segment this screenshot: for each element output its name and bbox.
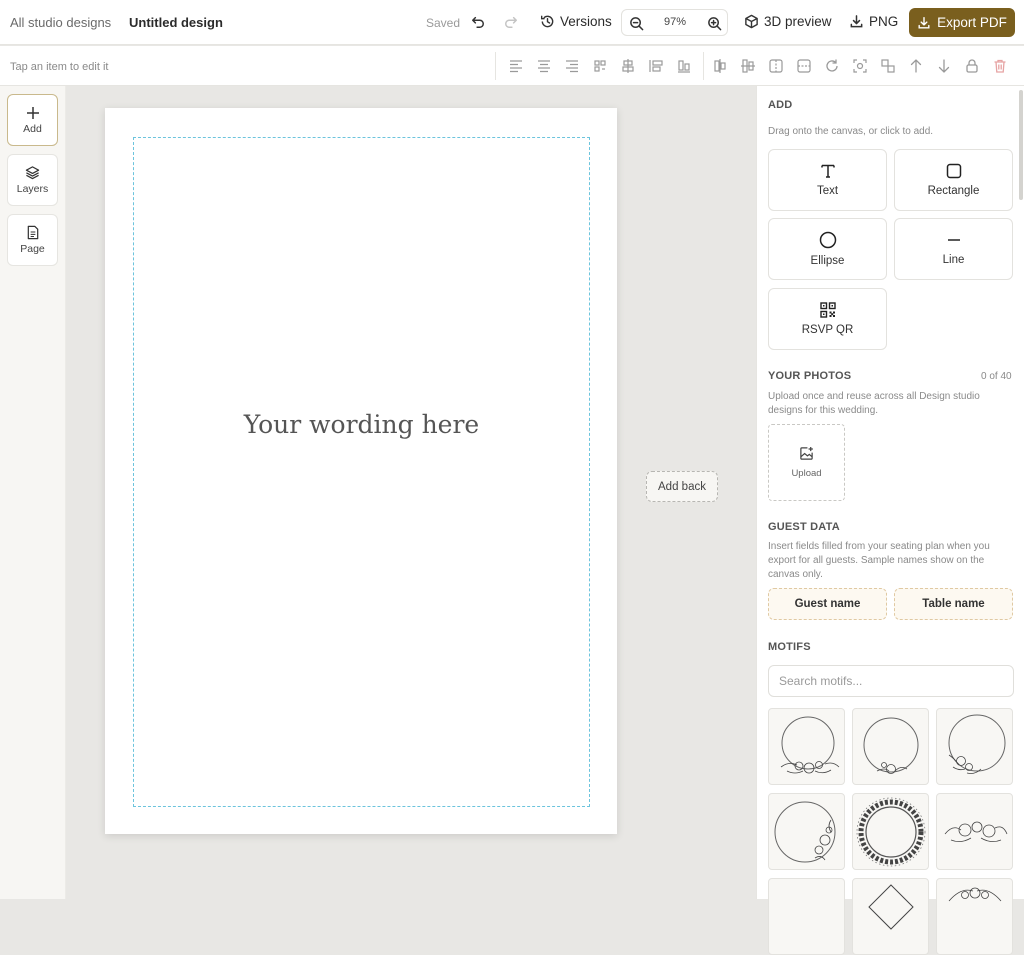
motif-diamond[interactable] — [852, 878, 929, 955]
guest-data-description: Insert fields filled from your seating p… — [768, 541, 990, 580]
design-title[interactable]: Untitled design — [129, 15, 223, 30]
history-icon — [540, 14, 555, 29]
motif-search-input[interactable] — [769, 666, 1013, 696]
align-bottom-icon[interactable] — [676, 58, 692, 74]
align-v-center-icon[interactable] — [740, 58, 756, 74]
qr-code-icon — [819, 302, 836, 318]
layers-icon — [25, 165, 40, 180]
align-left-icon[interactable] — [508, 58, 524, 74]
guest-name-field[interactable]: Guest name — [768, 588, 887, 620]
download-icon — [849, 14, 864, 29]
cube-icon — [744, 14, 759, 29]
zoom-out-icon[interactable] — [628, 15, 644, 31]
rail-page-button[interactable]: Page — [7, 214, 58, 266]
left-rail: Add Layers Page — [0, 86, 66, 899]
motif-floral-wreath-small[interactable] — [852, 708, 929, 785]
plus-icon — [26, 106, 40, 120]
undo-icon[interactable] — [470, 14, 486, 30]
motif-blank[interactable] — [768, 878, 845, 955]
zoom-in-icon[interactable] — [706, 15, 722, 31]
top-bar: All studio designs Untitled design Saved… — [0, 0, 1024, 45]
png-button[interactable]: PNG — [849, 14, 898, 29]
guest-data-heading: GUEST DATA — [768, 521, 840, 533]
toolbar-divider — [495, 52, 496, 80]
add-back-button[interactable]: Add back — [646, 471, 718, 502]
upload-photo-button[interactable]: Upload — [768, 424, 845, 501]
wording-text[interactable]: Your wording here — [133, 410, 590, 439]
add-heading: ADD — [768, 99, 793, 111]
zoom-level: 97% — [663, 16, 687, 28]
panel-scrollbar[interactable] — [1019, 90, 1023, 200]
add-description: Drag onto the canvas, or click to add. — [768, 126, 934, 137]
add-ellipse-tile[interactable]: Ellipse — [768, 218, 887, 280]
flip-v-icon[interactable] — [796, 58, 812, 74]
photos-count: 0 of 40 — [981, 371, 1012, 382]
group-icon[interactable] — [880, 58, 896, 74]
motifs-heading: MOTIFS — [768, 641, 811, 653]
table-name-field[interactable]: Table name — [894, 588, 1013, 620]
rail-layers-button[interactable]: Layers — [7, 154, 58, 206]
center-on-page-icon[interactable] — [852, 58, 868, 74]
saved-status: Saved — [426, 16, 461, 30]
download-icon — [917, 16, 931, 30]
motif-floral-arch[interactable] — [936, 878, 1013, 955]
page-icon — [26, 225, 40, 240]
photos-description: Upload once and reuse across all Design … — [768, 391, 980, 416]
motif-floral-wreath-corner[interactable] — [936, 708, 1013, 785]
image-add-icon — [799, 446, 814, 461]
motif-floral-wreath-bottom[interactable] — [768, 708, 845, 785]
motif-full-floral-wreath[interactable] — [852, 793, 929, 870]
motif-floral-spray[interactable] — [936, 793, 1013, 870]
rotate-icon[interactable] — [824, 58, 840, 74]
flip-h-icon[interactable] — [768, 58, 784, 74]
text-icon — [820, 163, 836, 179]
rail-add-button[interactable]: Add — [7, 94, 58, 146]
motif-search — [768, 665, 1014, 697]
delete-icon[interactable] — [992, 58, 1008, 74]
align-top-icon[interactable] — [712, 58, 728, 74]
lock-icon[interactable] — [964, 58, 980, 74]
safe-area-guide — [133, 137, 590, 807]
photos-heading: YOUR PHOTOS — [768, 370, 852, 382]
add-line-tile[interactable]: Line — [894, 218, 1013, 280]
send-backward-icon[interactable] — [936, 58, 952, 74]
add-rsvp-qr-tile[interactable]: RSVP QR — [768, 288, 887, 350]
rectangle-icon — [946, 163, 962, 179]
align-h-left-icon[interactable] — [592, 58, 608, 74]
bring-forward-icon[interactable] — [908, 58, 924, 74]
breadcrumb-all-designs[interactable]: All studio designs — [10, 15, 111, 30]
motif-floral-wreath-side[interactable] — [768, 793, 845, 870]
toolbar-hint: Tap an item to edit it — [10, 61, 109, 73]
align-h-center-icon[interactable] — [620, 58, 636, 74]
redo-icon[interactable] — [503, 14, 519, 30]
versions-button[interactable]: Versions — [540, 14, 612, 29]
3d-preview-button[interactable]: 3D preview — [744, 14, 832, 29]
toolbar-divider — [703, 52, 704, 80]
ellipse-icon — [819, 231, 837, 249]
align-right-icon[interactable] — [564, 58, 580, 74]
align-center-icon[interactable] — [536, 58, 552, 74]
export-pdf-button[interactable]: Export PDF — [909, 8, 1015, 37]
distribute-h-icon[interactable] — [648, 58, 664, 74]
line-icon — [946, 232, 962, 248]
add-rectangle-tile[interactable]: Rectangle — [894, 149, 1013, 211]
add-text-tile[interactable]: Text — [768, 149, 887, 211]
zoom-control: 97% — [621, 9, 728, 36]
edit-toolbar: Tap an item to edit it — [0, 46, 1024, 86]
